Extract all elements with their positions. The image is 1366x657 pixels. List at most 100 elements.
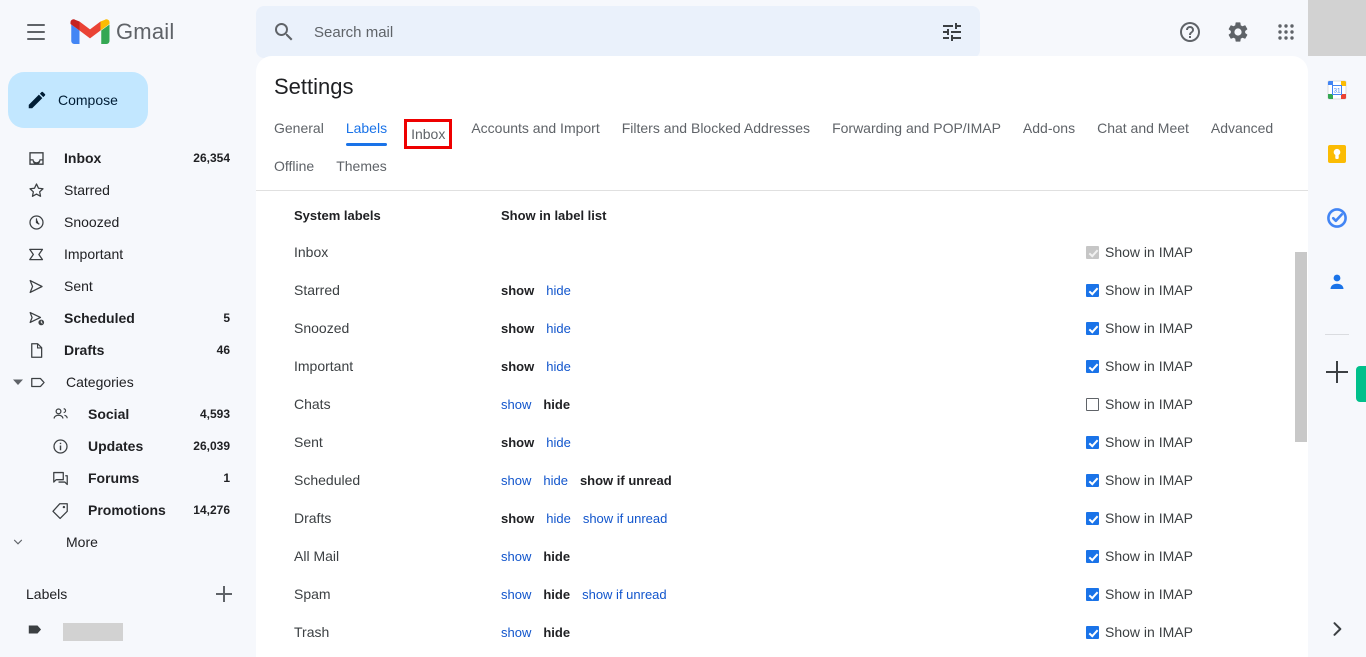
green-accent-tab[interactable]	[1356, 366, 1366, 402]
gear-icon[interactable]	[1216, 10, 1260, 54]
tab-filters-and-blocked-addresses[interactable]: Filters and Blocked Addresses	[622, 114, 810, 146]
table-body: Inbox Show in IMAP Starred show hide Show in …	[256, 233, 1308, 651]
action-show[interactable]: show	[501, 473, 531, 488]
settings-scrollbar-thumb[interactable]	[1295, 252, 1307, 442]
sidebar-item-drafts[interactable]: Drafts 46	[0, 334, 242, 366]
table-row: Spam show hide show if unread Show in IMAP	[256, 575, 1308, 613]
scheduled-icon	[26, 308, 46, 328]
show-in-imap-label: Show in IMAP	[1105, 510, 1193, 526]
tab-general[interactable]: General	[274, 114, 324, 146]
show-in-imap-checkbox[interactable]	[1086, 359, 1099, 373]
tab-offline[interactable]: Offline	[274, 152, 314, 184]
help-icon[interactable]	[1168, 10, 1212, 54]
show-in-imap-checkbox[interactable]	[1086, 397, 1099, 411]
plus-icon[interactable]	[214, 584, 234, 604]
action-hide[interactable]: hide	[546, 283, 571, 298]
table-row: All Mail show hide Show in IMAP	[256, 537, 1308, 575]
sidebar-item-categories[interactable]: Categories	[0, 366, 242, 398]
plus-icon[interactable]	[1326, 361, 1348, 383]
sidebar-item-starred[interactable]: Starred	[0, 174, 242, 206]
action-hide: hide	[543, 549, 571, 564]
show-in-imap-checkbox[interactable]	[1086, 473, 1099, 487]
tab-forwarding-and-pop-imap[interactable]: Forwarding and POP/IMAP	[832, 114, 1001, 146]
sidebar-item-scheduled[interactable]: Scheduled 5	[0, 302, 242, 334]
sidebar-item-label: Forums	[88, 470, 140, 486]
google-calendar-icon[interactable]: 31	[1325, 78, 1349, 102]
label-visibility-actions: show hide	[501, 423, 1086, 461]
main-menu-icon[interactable]	[12, 8, 60, 56]
action-hide[interactable]: hide	[546, 435, 571, 450]
action-show[interactable]: show	[501, 587, 531, 602]
google-tasks-icon[interactable]	[1325, 206, 1349, 230]
search-bar[interactable]	[256, 6, 980, 58]
show-in-imap-checkbox[interactable]	[1086, 283, 1099, 297]
action-show[interactable]: show	[501, 397, 531, 412]
sidebar-item-count: 5	[223, 311, 230, 325]
column-header-imap	[1086, 192, 1308, 233]
user-label-row[interactable]	[0, 614, 256, 644]
show-in-imap-checkbox[interactable]	[1086, 321, 1099, 335]
action-show: show	[501, 359, 535, 374]
tab-accounts-and-import[interactable]: Accounts and Import	[471, 114, 599, 146]
sidebar-item-sent[interactable]: Sent	[0, 270, 242, 302]
sidebar-item-updates[interactable]: Updates 26,039	[0, 430, 242, 462]
sidebar-item-forums[interactable]: Forums 1	[0, 462, 242, 494]
tab-labels[interactable]: Labels	[345, 114, 388, 146]
imap-cell: Show in IMAP	[1086, 461, 1308, 499]
action-show-if-unread[interactable]: show if unread	[582, 587, 667, 602]
sidebar-item-inbox[interactable]: Inbox 26,354	[0, 142, 242, 174]
show-in-imap-label: Show in IMAP	[1105, 434, 1193, 450]
inbox-icon	[26, 148, 46, 168]
google-contacts-icon[interactable]	[1325, 270, 1349, 294]
label-name: Chats	[294, 396, 331, 412]
show-in-imap-checkbox[interactable]	[1086, 625, 1099, 639]
action-hide[interactable]: hide	[546, 321, 571, 336]
compose-button[interactable]: Compose	[8, 72, 148, 128]
show-in-imap-label: Show in IMAP	[1105, 282, 1193, 298]
show-in-imap-label: Show in IMAP	[1105, 624, 1193, 640]
action-hide[interactable]: hide	[546, 511, 571, 526]
sidebar-item-label: Categories	[66, 374, 134, 390]
tab-advanced[interactable]: Advanced	[1211, 114, 1273, 146]
show-in-imap-checkbox[interactable]	[1086, 435, 1099, 449]
sidebar-item-snoozed[interactable]: Snoozed	[0, 206, 242, 238]
apps-grid-icon[interactable]	[1264, 10, 1308, 54]
sidebar-item-label: Scheduled	[64, 310, 135, 326]
tab-inbox[interactable]: Inbox	[404, 119, 453, 149]
show-in-imap-checkbox[interactable]	[1086, 549, 1099, 563]
tune-icon[interactable]	[940, 20, 964, 44]
label-visibility-actions: show hide	[501, 347, 1086, 385]
tab-add-ons[interactable]: Add-ons	[1023, 114, 1075, 146]
table-row: Chats show hide Show in IMAP	[256, 385, 1308, 423]
show-in-imap-checkbox[interactable]	[1086, 511, 1099, 525]
system-labels-table: System labels Show in label list Inbox Sh…	[256, 192, 1308, 651]
top-right-actions	[1168, 0, 1308, 64]
caret-down-icon[interactable]	[8, 377, 28, 387]
action-hide[interactable]: hide	[546, 359, 571, 374]
label-visibility-actions: show hide	[501, 271, 1086, 309]
more-spacer	[28, 532, 48, 552]
action-show[interactable]: show	[501, 549, 531, 564]
tab-themes[interactable]: Themes	[336, 152, 387, 184]
gmail-wordmark: Gmail	[116, 19, 175, 44]
google-keep-icon[interactable]	[1325, 142, 1349, 166]
label-visibility-actions: show hide	[501, 613, 1086, 651]
table-row: Drafts show hide show if unread Show in IMAP	[256, 499, 1308, 537]
imap-cell: Show in IMAP	[1086, 499, 1308, 537]
gmail-logo-icon	[70, 19, 110, 44]
sidebar-item-important[interactable]: Important	[0, 238, 242, 270]
label-name: Snoozed	[294, 320, 350, 336]
action-show[interactable]: show	[501, 625, 531, 640]
sidebar-item-social[interactable]: Social 4,593	[0, 398, 242, 430]
sidebar-item-more[interactable]: More	[0, 526, 242, 558]
show-in-imap-checkbox[interactable]	[1086, 587, 1099, 601]
gmail-brand[interactable]: Gmail	[70, 17, 174, 47]
action-show-if-unread[interactable]: show if unread	[583, 511, 668, 526]
show-in-imap-label: Show in IMAP	[1105, 320, 1193, 336]
show-in-imap-label: Show in IMAP	[1105, 244, 1193, 260]
tab-chat-and-meet[interactable]: Chat and Meet	[1097, 114, 1189, 146]
search-input[interactable]	[314, 23, 940, 41]
action-hide[interactable]: hide	[543, 473, 568, 488]
chevron-right-icon[interactable]	[1327, 619, 1347, 639]
sidebar-item-promotions[interactable]: Promotions 14,276	[0, 494, 242, 526]
